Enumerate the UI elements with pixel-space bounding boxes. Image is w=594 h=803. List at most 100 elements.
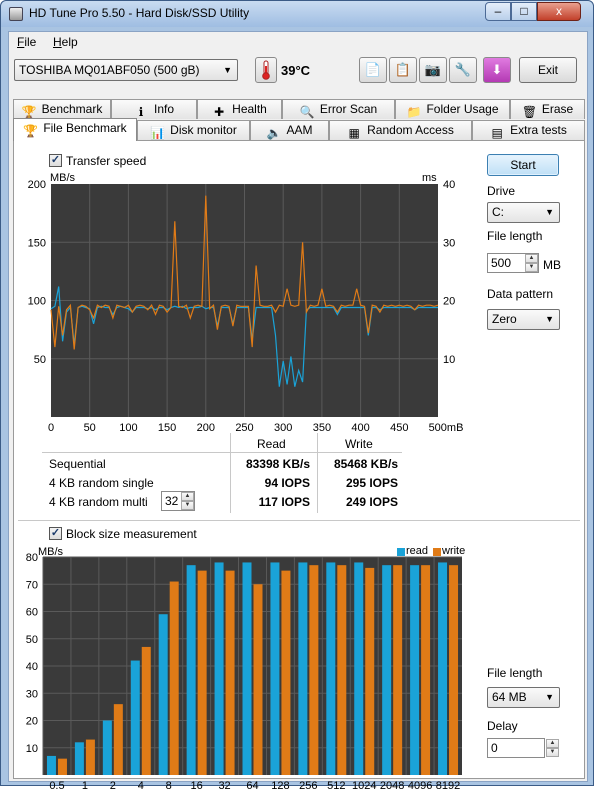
tab-label: Folder Usage bbox=[426, 102, 499, 116]
row-sequential-write: 85468 KB/s bbox=[333, 457, 398, 471]
row-4kb-multi-write: 249 IOPS bbox=[345, 495, 398, 509]
menu-file[interactable]: File bbox=[13, 34, 40, 50]
bar-read bbox=[382, 565, 392, 775]
bar-write bbox=[197, 570, 207, 775]
bar-write bbox=[57, 758, 67, 775]
title-bar[interactable]: HD Tune Pro 5.50 - Hard Disk/SSD Utility… bbox=[1, 1, 593, 27]
spin-up-icon[interactable]: ▲ bbox=[181, 492, 194, 501]
file-length-spinner[interactable]: ▲ ▼ bbox=[525, 254, 538, 272]
copy-text-button[interactable]: 📄 bbox=[359, 57, 387, 83]
tab-random-access[interactable]: ▦ Random Access bbox=[329, 120, 472, 140]
options-button[interactable]: 🔧 bbox=[449, 57, 477, 83]
bar-read bbox=[74, 742, 84, 775]
tab-extra-tests[interactable]: ▤ Extra tests bbox=[472, 120, 585, 140]
info-icon: ℹ bbox=[138, 105, 144, 119]
copy-screenshot-button[interactable]: 📋 bbox=[389, 57, 417, 83]
tab-label: Error Scan bbox=[319, 102, 378, 116]
file-length-unit: MB bbox=[543, 258, 561, 272]
table-col-divider-2 bbox=[317, 433, 318, 513]
row-sequential-label: Sequential bbox=[49, 457, 106, 471]
y-tick-label: 80 bbox=[26, 553, 38, 564]
options-icon: 🔧 bbox=[454, 62, 472, 77]
tab-aam[interactable]: 🔈 AAM bbox=[250, 120, 329, 140]
thermometer-icon bbox=[262, 60, 270, 80]
tab-file-benchmark[interactable]: 🏆 File Benchmark bbox=[13, 118, 137, 141]
bar-read bbox=[270, 562, 280, 775]
file-benchmark-icon: 🏆 bbox=[23, 124, 39, 138]
download-button[interactable]: ⬇ bbox=[483, 57, 511, 83]
x-tick-label: 150 bbox=[158, 422, 176, 434]
screenshot-button[interactable]: 📷 bbox=[419, 57, 447, 83]
folder-icon: 📁 bbox=[406, 105, 422, 119]
tab-benchmark[interactable]: 🏆 Benchmark bbox=[13, 99, 111, 119]
tab-label: Info bbox=[153, 102, 174, 116]
menu-help-accel: H bbox=[53, 35, 62, 49]
minimize-button[interactable]: – bbox=[485, 2, 511, 21]
bar-read bbox=[242, 562, 252, 775]
bar-read bbox=[438, 562, 448, 775]
queue-depth-spinner[interactable]: ▲ ▼ bbox=[181, 492, 194, 510]
menu-help-rest: elp bbox=[61, 35, 78, 49]
y2-tick-label: 20 bbox=[443, 296, 455, 308]
y-tick-label: 20 bbox=[26, 716, 38, 728]
row-4kb-single-label: 4 KB random single bbox=[49, 476, 154, 490]
benchmark-icon: 🏆 bbox=[21, 105, 37, 119]
disk-monitor-icon: 📊 bbox=[150, 126, 166, 140]
delay-input[interactable]: 0 bbox=[487, 738, 545, 758]
delay-spinner[interactable]: ▲ ▼ bbox=[546, 739, 559, 757]
spin-down-icon[interactable]: ▼ bbox=[546, 748, 559, 757]
drive-letter-select[interactable]: C: ▼ bbox=[487, 202, 560, 223]
chevron-down-icon: ▼ bbox=[545, 207, 554, 217]
block-file-length-select[interactable]: 64 MB ▼ bbox=[487, 687, 560, 708]
bar-write bbox=[421, 565, 431, 775]
x-tick-label: 250 bbox=[235, 422, 253, 434]
drive-letter-value: C: bbox=[492, 205, 504, 219]
block-size-chart: 10 20 30 40 50 60 70 80 0.5 1 2 4 8 16 32 64 128 256 512 10… bbox=[26, 553, 462, 792]
x-tick-label: 0.5 bbox=[49, 780, 64, 792]
spin-down-icon[interactable]: ▼ bbox=[181, 501, 194, 510]
bar-read bbox=[186, 565, 196, 775]
x-tick-label: 8 bbox=[166, 780, 172, 792]
bar-write bbox=[449, 565, 459, 775]
tab-folder-usage[interactable]: 📁 Folder Usage bbox=[395, 99, 510, 119]
y-tick-label: 50 bbox=[34, 354, 46, 366]
chevron-down-icon: ▼ bbox=[223, 65, 232, 75]
menu-file-rest: ile bbox=[24, 35, 37, 49]
tab-disk-monitor[interactable]: 📊 Disk monitor bbox=[137, 120, 250, 140]
bar-read bbox=[102, 720, 112, 775]
x-tick-label: 400 bbox=[351, 422, 369, 434]
drive-select[interactable]: TOSHIBA MQ01ABF050 (500 gB) ▼ bbox=[14, 59, 238, 81]
file-benchmark-panel: ✓ Transfer speed MB/s ms 200 150 100 50 40 30… bbox=[13, 140, 585, 792]
tab-label: Disk monitor bbox=[170, 123, 237, 137]
x-tick-label: 64 bbox=[246, 780, 258, 792]
close-button[interactable]: x bbox=[537, 2, 581, 21]
tab-erase[interactable]: 🗑 Erase bbox=[510, 99, 585, 119]
temperature-value: 39°C bbox=[281, 63, 311, 78]
spin-down-icon[interactable]: ▼ bbox=[525, 263, 538, 272]
y-tick-label: 100 bbox=[28, 296, 46, 308]
block-size-checkbox[interactable]: ✓ bbox=[49, 527, 62, 540]
menu-help[interactable]: Help bbox=[49, 34, 82, 50]
tab-info[interactable]: ℹ Info bbox=[111, 99, 197, 119]
y-tick-label: 30 bbox=[26, 688, 38, 700]
tab-label: Health bbox=[232, 102, 267, 116]
temperature-button[interactable] bbox=[255, 57, 277, 83]
x-tick-label: 500mB bbox=[429, 422, 464, 434]
spin-up-icon[interactable]: ▲ bbox=[525, 254, 538, 263]
tab-label: Erase bbox=[541, 102, 574, 116]
maximize-button[interactable]: □ bbox=[511, 2, 537, 21]
data-pattern-select[interactable]: Zero ▼ bbox=[487, 309, 560, 330]
row-sequential-read: 83398 KB/s bbox=[245, 457, 310, 471]
start-button[interactable]: Start bbox=[487, 154, 559, 176]
spin-up-icon[interactable]: ▲ bbox=[546, 739, 559, 748]
trash-icon: 🗑 bbox=[521, 105, 538, 119]
tab-health[interactable]: ✚ Health bbox=[197, 99, 282, 119]
x-tick-label: 8192 bbox=[436, 780, 460, 792]
x-tick-label: 128 bbox=[271, 780, 289, 792]
exit-button[interactable]: Exit bbox=[519, 57, 577, 83]
tab-error-scan[interactable]: 🔍 Error Scan bbox=[282, 99, 395, 119]
bar-write bbox=[393, 565, 403, 775]
delay-label: Delay bbox=[487, 719, 518, 733]
section-divider bbox=[18, 520, 580, 521]
bar-read bbox=[158, 614, 168, 775]
